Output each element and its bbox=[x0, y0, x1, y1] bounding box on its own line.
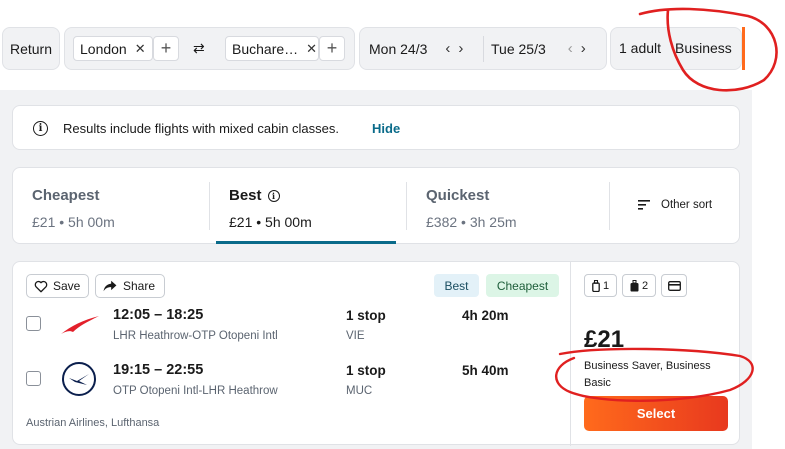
leg-2-checkbox[interactable] bbox=[26, 371, 41, 386]
tab-quickest-label: Quickest bbox=[426, 187, 490, 204]
heart-icon bbox=[34, 280, 48, 292]
active-tab-underline bbox=[216, 241, 396, 244]
carry-on-count: 2 bbox=[641, 279, 649, 292]
tab-divider bbox=[209, 182, 210, 230]
price-divider bbox=[570, 262, 571, 446]
plus-icon: + bbox=[160, 38, 172, 58]
clear-origin-icon[interactable]: ✕ bbox=[135, 41, 146, 57]
search-bar: Return London ✕ + ⇄ Buchare… ✕ + Mon 24/… bbox=[0, 0, 785, 90]
depart-date-field[interactable]: Mon 24/3 ‹ › bbox=[369, 40, 463, 57]
origin-field[interactable]: London ✕ bbox=[73, 36, 153, 61]
tab-best-summary: £21 • 5h 00m bbox=[229, 214, 312, 230]
personal-item-badge[interactable]: 1 bbox=[584, 274, 617, 297]
personal-item-count: 1 bbox=[602, 279, 610, 292]
credit-card-icon bbox=[667, 280, 681, 291]
return-date-field[interactable]: Tue 25/3 ‹ › bbox=[491, 40, 586, 57]
other-sort-label: Other sort bbox=[661, 199, 713, 211]
chevron-left-icon[interactable]: ‹ bbox=[568, 40, 573, 57]
add-destination-button[interactable]: + bbox=[319, 36, 345, 61]
results-area: i Results include flights with mixed cab… bbox=[0, 90, 752, 449]
tab-best-label: Best bbox=[229, 187, 262, 204]
return-date-value: Tue 25/3 bbox=[491, 40, 546, 57]
tab-quickest-summary: £382 • 3h 25m bbox=[426, 214, 517, 230]
lufthansa-logo bbox=[62, 362, 96, 396]
leg-2-times: 19:15 – 22:55 bbox=[113, 362, 204, 378]
tab-cheapest-summary: £21 • 5h 00m bbox=[32, 214, 115, 230]
clear-destination-icon[interactable]: ✕ bbox=[306, 41, 317, 57]
carry-on-badge[interactable]: 2 bbox=[622, 274, 656, 297]
trip-type-label: Return bbox=[9, 40, 53, 57]
tab-cheapest-label: Cheapest bbox=[32, 187, 100, 204]
route-group: London ✕ + ⇄ Buchare… ✕ + bbox=[64, 27, 355, 70]
leg-1-stops: 1 stop bbox=[346, 308, 386, 323]
share-arrow-icon bbox=[103, 280, 117, 292]
select-label: Select bbox=[636, 406, 676, 421]
leg-1-via: VIE bbox=[346, 330, 365, 342]
info-icon: i bbox=[33, 121, 48, 136]
tab-divider bbox=[406, 182, 407, 230]
leg-1-times: 12:05 – 18:25 bbox=[113, 307, 204, 323]
leg-2-via: MUC bbox=[346, 385, 373, 397]
share-button[interactable]: Share bbox=[95, 274, 165, 298]
price: £21 bbox=[584, 326, 625, 353]
save-label: Save bbox=[53, 279, 81, 293]
share-label: Share bbox=[123, 279, 156, 293]
tab-best[interactable]: Best i £21 • 5h 00m bbox=[229, 168, 399, 244]
sort-tabs: Cheapest £21 • 5h 00m Best i £21 • 5h 00… bbox=[12, 167, 740, 244]
leg-2-duration: 5h 40m bbox=[462, 363, 509, 378]
flight-result-card[interactable]: Save Share Best Cheapest 12:05 – 18:25 L… bbox=[12, 261, 740, 446]
travelers-value: 1 adult bbox=[619, 40, 662, 56]
airlines-text: Austrian Airlines, Lufthansa bbox=[26, 417, 160, 429]
swap-icon[interactable]: ⇄ bbox=[193, 40, 205, 57]
tab-cheapest[interactable]: Cheapest £21 • 5h 00m bbox=[32, 168, 212, 244]
chevron-left-icon[interactable]: ‹ bbox=[445, 40, 450, 57]
austrian-airlines-logo bbox=[61, 316, 99, 334]
notice-text: Results include flights with mixed cabin… bbox=[63, 121, 340, 136]
personal-bag-icon bbox=[592, 279, 600, 292]
fare-name: Business Saver, Business Basic bbox=[584, 360, 711, 389]
origin-value: London bbox=[80, 40, 127, 57]
save-button[interactable]: Save bbox=[26, 274, 89, 298]
tab-quickest[interactable]: Quickest £382 • 3h 25m bbox=[426, 168, 606, 244]
leg-2-route: OTP Otopeni Intl-LHR Heathrow bbox=[113, 385, 278, 397]
best-tag: Best bbox=[434, 274, 479, 297]
leg-1-route: LHR Heathrow-OTP Otopeni Intl bbox=[113, 330, 278, 342]
payment-badge[interactable] bbox=[661, 274, 687, 297]
info-icon[interactable]: i bbox=[267, 189, 280, 202]
hide-notice-link[interactable]: Hide bbox=[372, 121, 400, 136]
add-origin-button[interactable]: + bbox=[153, 36, 179, 61]
cheapest-tag: Cheapest bbox=[486, 274, 559, 297]
chevron-right-icon[interactable]: › bbox=[458, 40, 463, 57]
destination-field[interactable]: Buchare… ✕ bbox=[225, 36, 319, 61]
leg-2-stops: 1 stop bbox=[346, 363, 386, 378]
leg-1-duration: 4h 20m bbox=[462, 308, 509, 323]
chevron-right-icon[interactable]: › bbox=[581, 40, 586, 57]
mixed-cabin-notice: i Results include flights with mixed cab… bbox=[12, 105, 740, 150]
cabin-value: Business bbox=[675, 40, 732, 56]
sort-lines-icon bbox=[638, 200, 650, 210]
tab-best-label-row: Best i bbox=[229, 187, 399, 204]
tab-divider bbox=[609, 182, 610, 230]
plus-icon: + bbox=[326, 38, 338, 58]
other-sort-button[interactable]: Other sort bbox=[637, 198, 712, 212]
depart-date-value: Mon 24/3 bbox=[369, 40, 428, 57]
dates-group: Mon 24/3 ‹ › Tue 25/3 ‹ › bbox=[359, 27, 607, 70]
destination-value: Buchare… bbox=[232, 40, 299, 57]
leg-1-checkbox[interactable] bbox=[26, 316, 41, 331]
search-button-edge[interactable] bbox=[742, 27, 745, 70]
select-button[interactable]: Select bbox=[584, 396, 728, 431]
trip-type-select[interactable]: Return bbox=[2, 27, 60, 70]
carry-on-bag-icon bbox=[630, 279, 639, 291]
date-divider bbox=[483, 36, 484, 62]
travelers-cabin-group[interactable]: 1 adult Business bbox=[610, 27, 742, 70]
